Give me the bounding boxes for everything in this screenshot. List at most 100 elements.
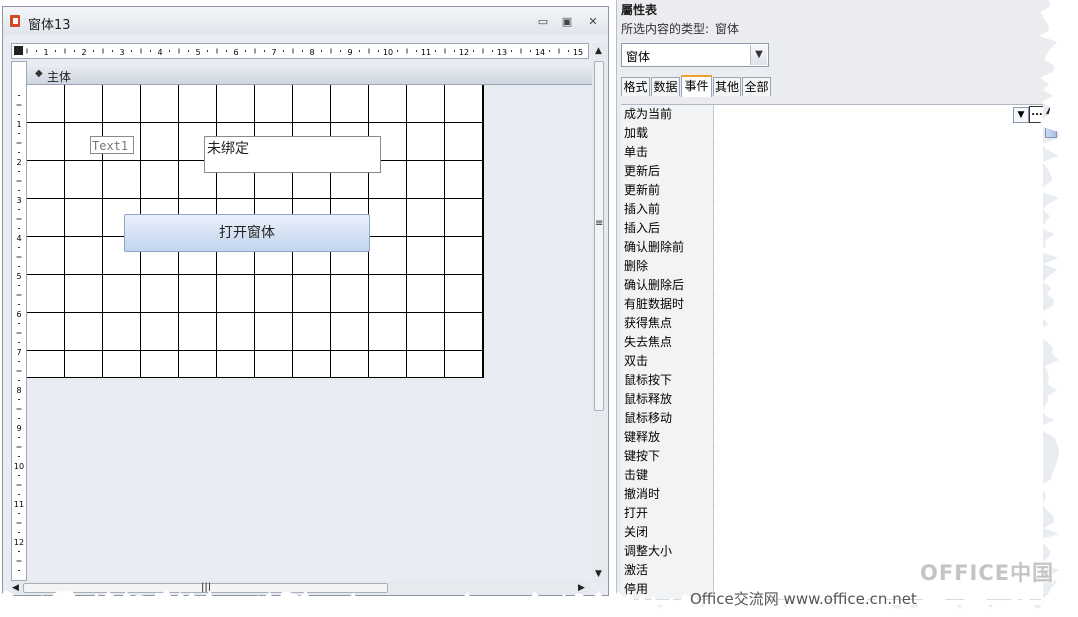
tab-event[interactable]: 事件 bbox=[681, 75, 712, 97]
property-name: 失去焦点 bbox=[621, 333, 714, 352]
property-value[interactable] bbox=[715, 295, 1043, 314]
property-name: 有脏数据时 bbox=[621, 295, 714, 314]
property-value[interactable] bbox=[715, 428, 1043, 447]
horizontal-ruler[interactable]: 1 2 3 4 5 6 7 8 9 10 11 12 13 14 15 bbox=[11, 43, 589, 59]
property-value[interactable] bbox=[715, 333, 1043, 352]
chevron-down-icon[interactable]: ▼ bbox=[750, 45, 767, 65]
property-value[interactable] bbox=[715, 143, 1043, 162]
title-bar: 窗体13 ▭ ▣ ✕ bbox=[3, 7, 608, 35]
scroll-up-icon[interactable]: ▲ bbox=[595, 46, 602, 56]
property-value[interactable] bbox=[715, 447, 1043, 466]
property-row[interactable]: 鼠标按下 bbox=[621, 371, 1043, 391]
property-name: 键释放 bbox=[621, 428, 714, 447]
property-row[interactable]: 成为当前 ▼... bbox=[621, 105, 1043, 125]
property-name: 删除 bbox=[621, 257, 714, 276]
property-row[interactable]: 键按下 bbox=[621, 447, 1043, 467]
property-value[interactable] bbox=[715, 276, 1043, 295]
vertical-ruler[interactable]: 1 2 3 4 5 6 7 8 9 10 11 12 bbox=[11, 61, 27, 581]
open-form-button[interactable]: 打开窗体 bbox=[124, 214, 370, 252]
tab-all[interactable]: 全部 bbox=[742, 77, 771, 96]
property-row[interactable]: 打开 bbox=[621, 504, 1043, 524]
object-selector-dropdown[interactable]: 窗体 ▼ bbox=[621, 43, 769, 67]
text1-label-control[interactable]: Text1 bbox=[90, 136, 134, 154]
ruler-label: 1 bbox=[43, 48, 48, 57]
property-sheet-title: 屬性表 bbox=[621, 3, 658, 17]
scroll-down-icon[interactable]: ▼ bbox=[595, 569, 602, 579]
property-row[interactable]: 鼠标释放 bbox=[621, 390, 1043, 410]
tab-data[interactable]: 数据 bbox=[651, 77, 680, 96]
property-name: 更新前 bbox=[621, 181, 714, 200]
builder-button[interactable]: ... bbox=[1029, 106, 1043, 123]
unbound-textbox-control[interactable]: 未绑定 bbox=[204, 136, 381, 173]
property-row[interactable]: 删除 bbox=[621, 257, 1043, 277]
property-row[interactable]: 加载 bbox=[621, 124, 1043, 144]
property-row[interactable]: 更新后 bbox=[621, 162, 1043, 182]
detail-section-header[interactable]: ◆ 主体 bbox=[27, 67, 593, 85]
property-value[interactable] bbox=[715, 352, 1043, 371]
property-value[interactable] bbox=[715, 523, 1043, 542]
scroll-right-icon[interactable]: ▶ bbox=[578, 583, 585, 593]
property-name: 鼠标按下 bbox=[621, 371, 714, 390]
property-name: 更新后 bbox=[621, 162, 714, 181]
property-row[interactable]: 撤消时 bbox=[621, 485, 1043, 505]
property-row[interactable]: 单击 bbox=[621, 143, 1043, 163]
close-button[interactable]: ✕ bbox=[585, 16, 601, 28]
ruler-label: 10 bbox=[383, 48, 393, 57]
tab-format[interactable]: 格式 bbox=[621, 77, 650, 96]
object-selector-value: 窗体 bbox=[626, 50, 651, 64]
scroll-left-icon[interactable]: ◀ bbox=[12, 583, 19, 593]
property-value[interactable] bbox=[715, 314, 1043, 333]
property-name: 键按下 bbox=[621, 447, 714, 466]
tab-other[interactable]: 其他 bbox=[713, 77, 741, 96]
property-name: 关闭 bbox=[621, 523, 714, 542]
property-row[interactable]: 获得焦点 bbox=[621, 314, 1043, 334]
ruler-label: 12 bbox=[14, 538, 24, 547]
property-value[interactable] bbox=[715, 105, 1043, 124]
property-row[interactable]: 确认删除后 bbox=[621, 276, 1043, 296]
property-row[interactable]: 插入前 bbox=[621, 200, 1043, 220]
property-value[interactable] bbox=[715, 485, 1043, 504]
property-row[interactable]: 击键 bbox=[621, 466, 1043, 486]
property-value[interactable] bbox=[715, 219, 1043, 238]
window-title: 窗体13 bbox=[28, 18, 71, 33]
property-value[interactable] bbox=[715, 238, 1043, 257]
horizontal-scrollbar[interactable]: ◀ ||| ▶ bbox=[11, 581, 591, 595]
property-scrollbar[interactable]: ▲ bbox=[1043, 104, 1059, 604]
property-name: 激活 bbox=[621, 561, 714, 580]
chevron-down-icon[interactable]: ▼ bbox=[1013, 107, 1029, 123]
property-value[interactable] bbox=[715, 504, 1043, 523]
property-row[interactable]: 鼠标移动 bbox=[621, 409, 1043, 429]
property-value[interactable] bbox=[715, 124, 1043, 143]
section-label: 主体 bbox=[47, 70, 72, 84]
property-row[interactable]: 关闭 bbox=[621, 523, 1043, 543]
property-value[interactable] bbox=[715, 200, 1043, 219]
property-row[interactable]: 确认删除前 bbox=[621, 238, 1043, 258]
property-value[interactable] bbox=[715, 257, 1043, 276]
ruler-label: 15 bbox=[573, 48, 583, 57]
property-name: 鼠标释放 bbox=[621, 390, 714, 409]
property-row[interactable]: 键释放 bbox=[621, 428, 1043, 448]
ruler-label: 6 bbox=[233, 48, 238, 57]
property-name: 插入后 bbox=[621, 219, 714, 238]
scroll-up-icon[interactable]: ▲ bbox=[1046, 106, 1053, 116]
scroll-thumb[interactable] bbox=[594, 61, 604, 411]
property-row[interactable]: 失去焦点 bbox=[621, 333, 1043, 353]
property-row[interactable]: 双击 bbox=[621, 352, 1043, 372]
hscroll-grip-icon: ||| bbox=[201, 582, 212, 593]
restore-button[interactable]: ▣ bbox=[559, 16, 575, 28]
property-value[interactable] bbox=[715, 181, 1043, 200]
property-value[interactable] bbox=[715, 466, 1043, 485]
design-grid[interactable]: Text1 未绑定 打开窗体 bbox=[27, 85, 484, 378]
minimize-button[interactable]: ▭ bbox=[535, 16, 551, 28]
property-scroll-thumb[interactable] bbox=[1045, 118, 1057, 138]
vertical-scrollbar[interactable]: ▲ ≡ ▼ bbox=[592, 43, 607, 583]
property-value[interactable] bbox=[715, 409, 1043, 428]
property-value[interactable] bbox=[715, 390, 1043, 409]
property-row[interactable]: 更新前 bbox=[621, 181, 1043, 201]
section-collapse-icon: ◆ bbox=[35, 68, 43, 79]
ruler-ticks: 1 2 3 4 5 6 7 8 9 10 11 12 13 14 15 bbox=[26, 48, 583, 57]
property-value[interactable] bbox=[715, 371, 1043, 390]
property-row[interactable]: 插入后 bbox=[621, 219, 1043, 239]
property-value[interactable] bbox=[715, 162, 1043, 181]
property-row[interactable]: 有脏数据时 bbox=[621, 295, 1043, 315]
